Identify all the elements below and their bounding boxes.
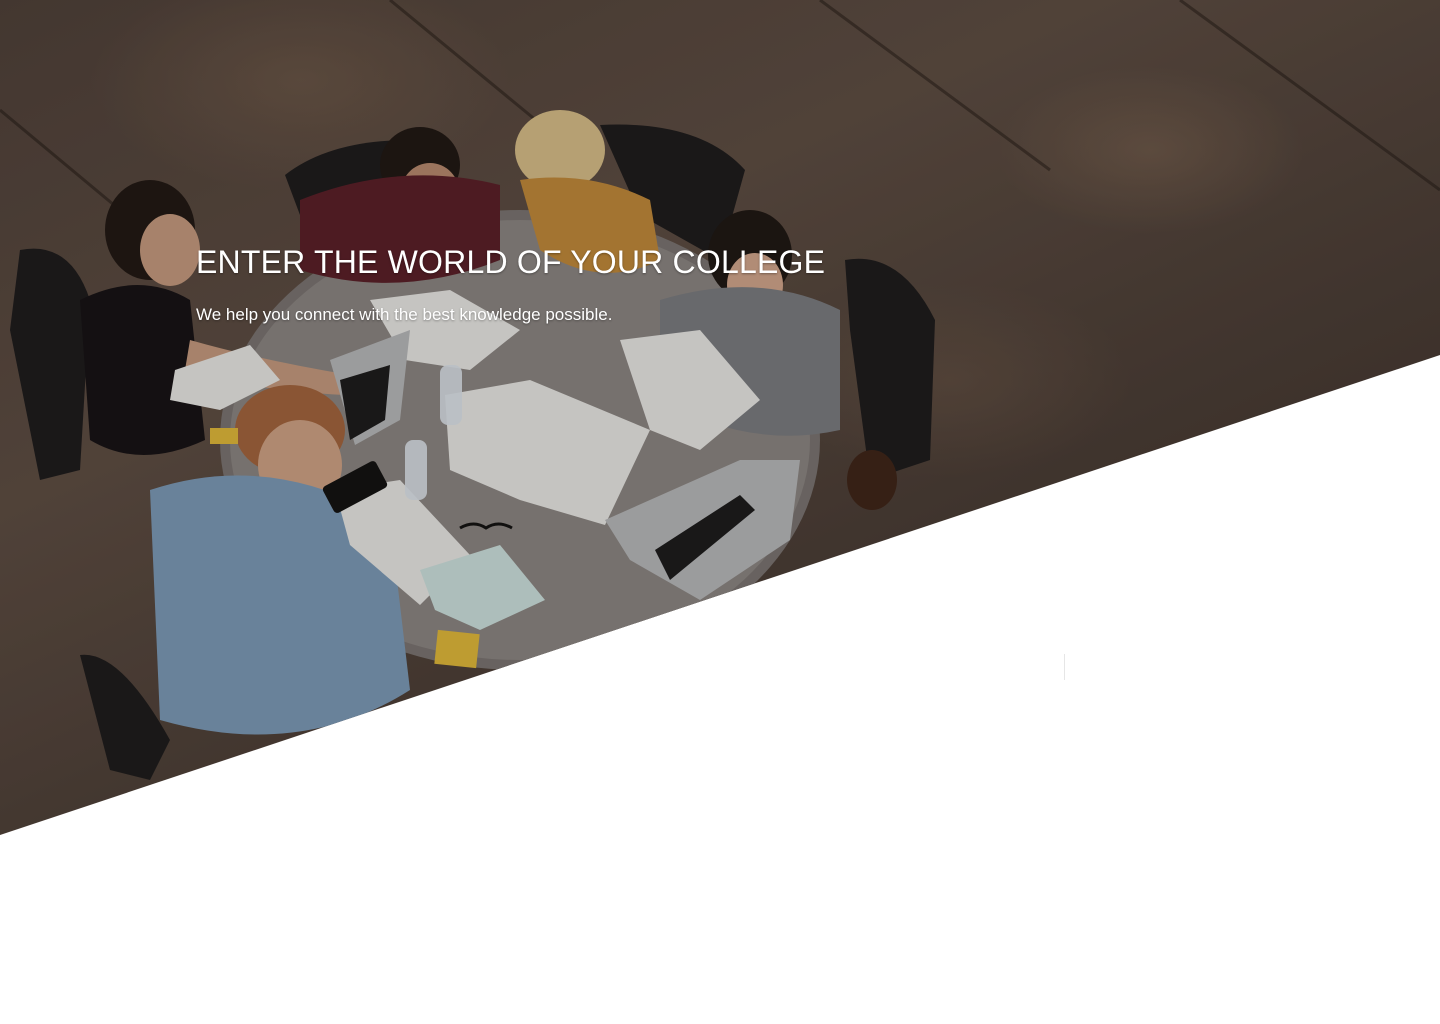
hero-overlay xyxy=(0,0,1440,835)
hero-section: ENTER THE WORLD OF YOUR COLLEGE We help … xyxy=(0,0,1440,835)
hero-title: ENTER THE WORLD OF YOUR COLLEGE xyxy=(196,244,826,280)
hero-subtitle: We help you connect with the best knowle… xyxy=(196,305,613,324)
page: ENTER THE WORLD OF YOUR COLLEGE We help … xyxy=(0,0,1440,1024)
hero-text-block: ENTER THE WORLD OF YOUR COLLEGE We help … xyxy=(196,240,896,326)
divider-line xyxy=(1064,654,1065,680)
